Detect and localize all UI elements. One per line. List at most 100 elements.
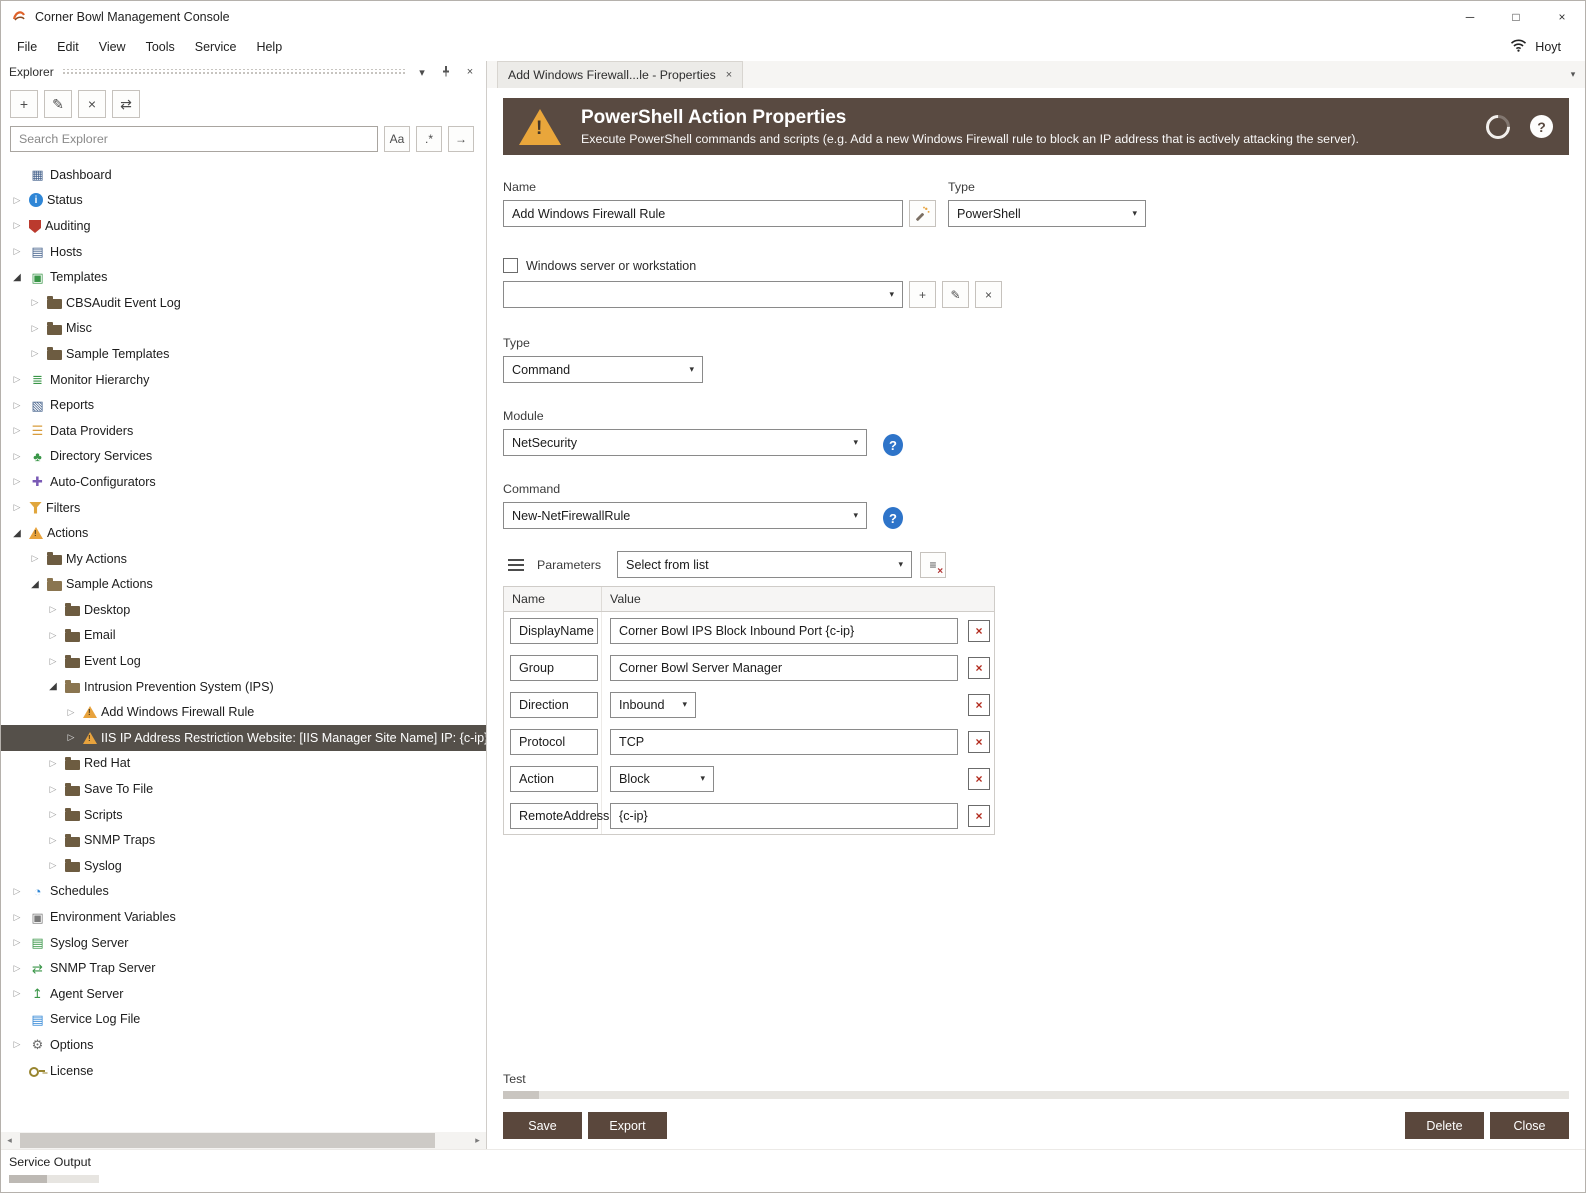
menu-item-edit[interactable]: Edit: [47, 36, 89, 58]
tree-expander-icon[interactable]: ◢: [9, 272, 25, 283]
param-value-select[interactable]: Inbound▾: [610, 692, 696, 718]
tree-expander-icon[interactable]: ▷: [9, 425, 25, 436]
type-select[interactable]: PowerShell▾: [948, 200, 1146, 227]
tree-item[interactable]: ▷⇄SNMP Trap Server: [1, 955, 486, 981]
tree-expander-icon[interactable]: ▷: [9, 912, 25, 923]
panel-drag-handle[interactable]: [62, 69, 406, 76]
tree-item[interactable]: License: [1, 1058, 486, 1084]
tree-expander-icon[interactable]: ▷: [9, 246, 25, 257]
tree-item[interactable]: ▷♣Directory Services: [1, 444, 486, 470]
user-name[interactable]: Hoyt: [1535, 40, 1561, 54]
search-input[interactable]: [10, 126, 378, 152]
tree-item[interactable]: ▷Event Log: [1, 648, 486, 674]
pin-icon[interactable]: [438, 65, 454, 80]
hscroll-track[interactable]: [18, 1132, 469, 1149]
server-select[interactable]: ▾: [503, 281, 903, 308]
param-value-input[interactable]: {c-ip}: [610, 803, 958, 829]
add-server-button[interactable]: +: [909, 281, 936, 308]
module-select[interactable]: NetSecurity▾: [503, 429, 867, 456]
tree-item[interactable]: ▤Service Log File: [1, 1007, 486, 1033]
match-case-button[interactable]: Aa: [384, 126, 410, 152]
tree-expander-icon[interactable]: ▷: [9, 195, 25, 206]
tree-item[interactable]: ▷☰Data Providers: [1, 418, 486, 444]
param-value-input[interactable]: TCP: [610, 729, 958, 755]
tree-expander-icon[interactable]: ◢: [9, 528, 25, 539]
param-delete-button[interactable]: ×: [968, 768, 990, 790]
tree-expander-icon[interactable]: ▷: [45, 860, 61, 871]
tab-properties[interactable]: Add Windows Firewall...le - Properties ×: [497, 61, 743, 88]
menu-item-view[interactable]: View: [89, 36, 136, 58]
tree-expander-icon[interactable]: ▷: [45, 656, 61, 667]
param-name-input[interactable]: DisplayName: [510, 618, 598, 644]
tree-item[interactable]: ▷▤Syslog Server: [1, 930, 486, 956]
param-delete-button[interactable]: ×: [968, 694, 990, 716]
delete-action-button[interactable]: Delete: [1405, 1112, 1484, 1139]
tree-item[interactable]: ▦Dashboard: [1, 162, 486, 188]
tree-expander-icon[interactable]: ▷: [9, 451, 25, 462]
tree-item[interactable]: ▷Email: [1, 623, 486, 649]
clear-parameters-button[interactable]: ≡: [920, 552, 946, 578]
tree-item[interactable]: ▷SNMP Traps: [1, 827, 486, 853]
tree-expander-icon[interactable]: ▷: [45, 835, 61, 846]
chevron-down-icon[interactable]: ▾: [414, 66, 430, 79]
tree-item[interactable]: ▷Save To File: [1, 776, 486, 802]
param-name-input[interactable]: Protocol: [510, 729, 598, 755]
tree-expander-icon[interactable]: ▷: [9, 502, 25, 513]
tree-item[interactable]: ▷Sample Templates: [1, 341, 486, 367]
command-select[interactable]: New-NetFirewallRule▾: [503, 502, 867, 529]
module-help-button[interactable]: ?: [883, 434, 903, 456]
tree-expander-icon[interactable]: ▷: [27, 348, 43, 359]
tree-item[interactable]: ▷CBSAudit Event Log: [1, 290, 486, 316]
tree-expander-icon[interactable]: ▷: [63, 732, 79, 743]
tree-expander-icon[interactable]: ▷: [27, 297, 43, 308]
param-value-input[interactable]: Corner Bowl Server Manager: [610, 655, 958, 681]
param-delete-button[interactable]: ×: [968, 657, 990, 679]
tree-item[interactable]: ▷Auditing: [1, 213, 486, 239]
tree-expander-icon[interactable]: ▷: [45, 604, 61, 615]
tree-item[interactable]: ▷Filters: [1, 495, 486, 521]
tree-item[interactable]: ▷IIS IP Address Restriction Website: [II…: [1, 725, 486, 751]
edit-button[interactable]: ✎: [44, 90, 72, 118]
tree-expander-icon[interactable]: ▷: [45, 784, 61, 795]
param-value-input[interactable]: Corner Bowl IPS Block Inbound Port {c-ip…: [610, 618, 958, 644]
tree-item[interactable]: ▷Desktop: [1, 597, 486, 623]
tree-expander-icon[interactable]: ▷: [27, 553, 43, 564]
edit-server-button[interactable]: ✎: [942, 281, 969, 308]
tree-expander-icon[interactable]: ▷: [63, 707, 79, 718]
menu-item-help[interactable]: Help: [246, 36, 292, 58]
wand-button[interactable]: [909, 200, 936, 227]
scroll-right-icon[interactable]: ▸: [469, 1132, 486, 1149]
param-name-input[interactable]: RemoteAddress: [510, 803, 598, 829]
tree-item[interactable]: ▷⚙Options: [1, 1032, 486, 1058]
tree-item[interactable]: ▷Scripts: [1, 802, 486, 828]
swap-button[interactable]: ⇄: [112, 90, 140, 118]
tree-expander-icon[interactable]: ◢: [27, 579, 43, 590]
param-name-input[interactable]: Action: [510, 766, 598, 792]
tree-item[interactable]: ▷Status: [1, 188, 486, 214]
close-properties-button[interactable]: Close: [1490, 1112, 1569, 1139]
tree-expander-icon[interactable]: ▷: [45, 630, 61, 641]
save-button[interactable]: Save: [503, 1112, 582, 1139]
tree-expander-icon[interactable]: ▷: [45, 758, 61, 769]
tree-expander-icon[interactable]: ▷: [45, 809, 61, 820]
windows-server-checkbox[interactable]: [503, 258, 518, 273]
tree-expander-icon[interactable]: ▷: [9, 400, 25, 411]
tree-item[interactable]: ▷My Actions: [1, 546, 486, 572]
tree-item[interactable]: ▷▧Reports: [1, 392, 486, 418]
tree-item[interactable]: ▷Misc: [1, 316, 486, 342]
minimize-button[interactable]: ─: [1447, 1, 1493, 33]
menu-item-service[interactable]: Service: [185, 36, 247, 58]
tree-item[interactable]: ▷▤Hosts: [1, 239, 486, 265]
param-delete-button[interactable]: ×: [968, 731, 990, 753]
param-name-input[interactable]: Group: [510, 655, 598, 681]
tree-expander-icon[interactable]: ▷: [27, 323, 43, 334]
maximize-button[interactable]: □: [1493, 1, 1539, 33]
explorer-hscrollbar[interactable]: ◂ ▸: [1, 1132, 486, 1149]
tree-expander-icon[interactable]: ▷: [9, 937, 25, 948]
tree-expander-icon[interactable]: ▷: [9, 220, 25, 231]
tree-expander-icon[interactable]: ▷: [9, 963, 25, 974]
tree-item[interactable]: ▷✚Auto-Configurators: [1, 469, 486, 495]
tree-item[interactable]: ▷Add Windows Firewall Rule: [1, 699, 486, 725]
close-panel-icon[interactable]: ×: [462, 66, 478, 78]
tree-expander-icon[interactable]: ▷: [9, 988, 25, 999]
